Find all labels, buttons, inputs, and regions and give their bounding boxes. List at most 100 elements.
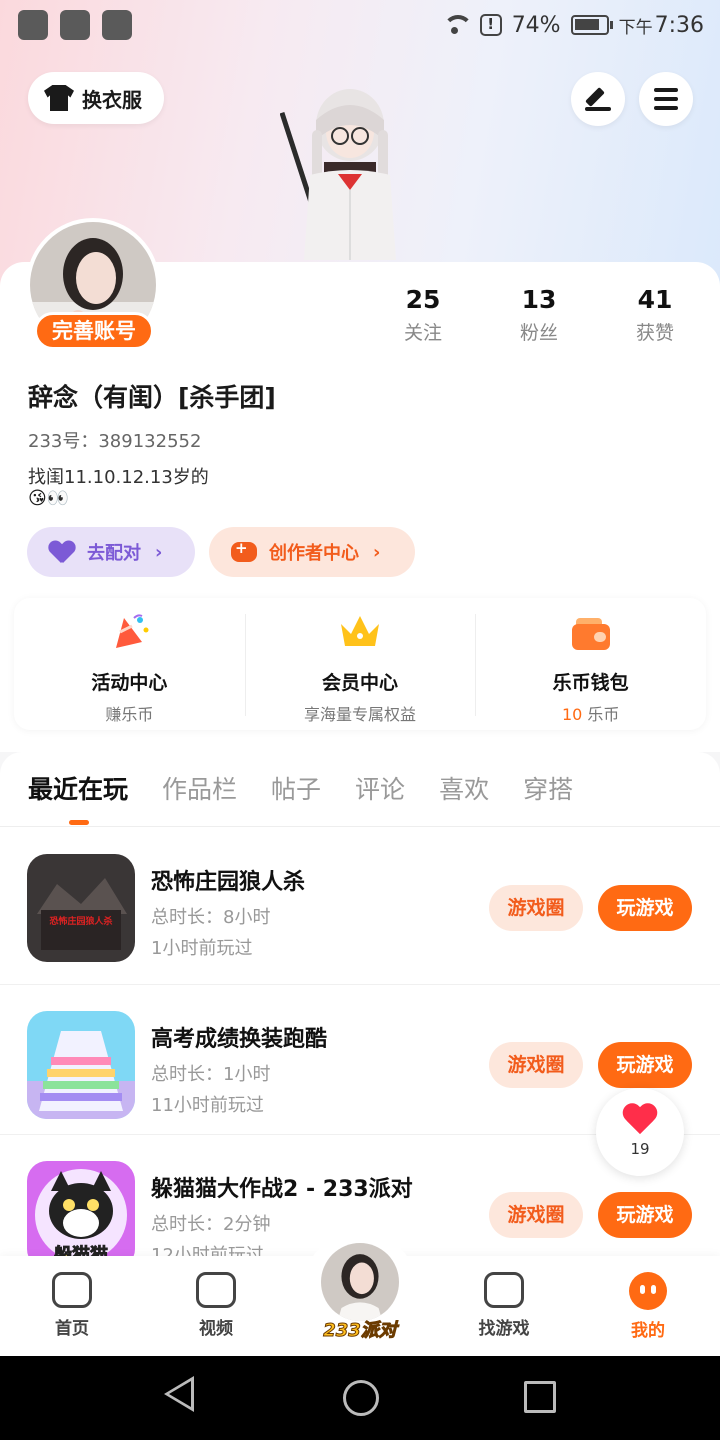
gamepad-icon: [231, 539, 257, 562]
change-outfit-button[interactable]: 换衣服: [28, 72, 164, 124]
game-icon-text: 恐怖庄园狼人杀: [49, 915, 112, 927]
game-circle-button[interactable]: 游戏圈: [489, 1042, 583, 1088]
tab-posts[interactable]: 帖子: [271, 770, 321, 806]
face-icon: [629, 1272, 667, 1310]
tab-outfits[interactable]: 穿搭: [523, 770, 573, 806]
stat-value: 41: [637, 285, 673, 314]
pen-icon: [585, 87, 611, 111]
stat-label: 关注: [403, 322, 442, 344]
stat-following[interactable]: 25 关注: [365, 285, 481, 345]
game-last-played: 11小时前玩过: [151, 1095, 264, 1116]
game-circle-button[interactable]: 游戏圈: [489, 1192, 583, 1238]
service-subtitle: 享海量专属权益: [304, 705, 417, 724]
alert-icon: !: [479, 14, 502, 36]
tab-comments[interactable]: 评论: [355, 770, 405, 806]
vip-center[interactable]: 会员中心 享海量专属权益: [244, 598, 476, 730]
status-bar: ! 74% 下午 7:36: [0, 0, 720, 50]
heart-icon: [622, 1104, 658, 1136]
tab-likes[interactable]: 喜欢: [439, 770, 489, 806]
play-game-button[interactable]: 玩游戏: [598, 1042, 692, 1088]
game-icon-runner: [27, 1011, 135, 1119]
nav-me[interactable]: 我的: [598, 1272, 698, 1341]
game-name: 躲猫猫大作战2 - 233派对: [151, 1177, 413, 1202]
service-subtitle: 赚乐币: [105, 705, 154, 724]
system-navigation-bar: [0, 1356, 720, 1440]
clock: 7:36: [654, 12, 704, 38]
nav-label: 首页: [55, 1319, 89, 1339]
tab-works[interactable]: 作品栏: [162, 770, 237, 806]
coin-unit: 乐币: [587, 705, 620, 724]
play-game-button[interactable]: 玩游戏: [598, 1192, 692, 1238]
game-name: 高考成绩换装跑酷: [151, 1027, 328, 1052]
notification-icon: [102, 10, 132, 40]
game-row[interactable]: 恐怖庄园狼人杀 恐怖庄园狼人杀 总时长：8小时 1小时前玩过 游戏圈 玩游戏: [0, 828, 720, 978]
stat-value: 13: [521, 285, 557, 314]
nav-label: 视频: [199, 1319, 233, 1339]
stat-value: 25: [405, 285, 441, 314]
profile-tabs: 最近在玩 作品栏 帖子 评论 喜欢 穿搭: [28, 770, 573, 806]
battery-percent: 74%: [511, 12, 561, 38]
notification-icon: [18, 10, 48, 40]
wifi-icon: [440, 13, 473, 37]
game-name: 恐怖庄园狼人杀: [151, 870, 306, 895]
battery-icon: [570, 15, 613, 35]
coin-balance: 10: [561, 705, 583, 724]
list-icon: [484, 1272, 524, 1308]
divider: [0, 826, 720, 827]
game-circle-button[interactable]: 游戏圈: [489, 885, 583, 931]
bio-text: 找闺11.10.12.13岁的: [28, 467, 209, 488]
profile-stats: 25 关注 13 粉丝 41 获赞: [365, 285, 715, 345]
heart-icon: [49, 541, 75, 563]
floating-like-button[interactable]: 19: [596, 1088, 684, 1176]
service-panel: 活动中心 赚乐币 会员中心 享海量专属权益 乐币钱包 10 乐币: [14, 598, 706, 730]
tshirt-icon: [44, 85, 74, 111]
nav-find-games[interactable]: 找游戏: [454, 1272, 554, 1339]
gamepad-icon: [52, 1272, 92, 1308]
tab-recently-played[interactable]: 最近在玩: [28, 770, 128, 806]
nav-home[interactable]: 首页: [22, 1272, 122, 1339]
game-last-played: 1小时前玩过: [151, 938, 253, 959]
stat-label: 获赞: [635, 322, 674, 344]
service-title: 会员中心: [322, 672, 399, 694]
nav-label: 找游戏: [478, 1319, 530, 1339]
game-duration: 总时长：2分钟: [151, 1214, 271, 1235]
edit-profile-button[interactable]: [571, 72, 625, 126]
crown-icon: [341, 616, 379, 646]
nav-party-avatar[interactable]: [318, 1240, 402, 1324]
recents-icon[interactable]: [524, 1381, 556, 1413]
home-icon[interactable]: [343, 1380, 379, 1416]
service-subtitle: 10 乐币: [475, 701, 706, 725]
nav-party-label[interactable]: 233派对: [302, 1316, 418, 1342]
notification-icon: [60, 10, 90, 40]
game-icon-hide-and-seek: 躲猫猫: [27, 1161, 135, 1269]
nav-video[interactable]: 视频: [166, 1272, 266, 1339]
menu-button[interactable]: [639, 72, 693, 126]
avatar-character[interactable]: [280, 80, 420, 270]
tab-indicator: [69, 820, 89, 825]
change-outfit-label: 换衣服: [82, 87, 142, 112]
chevron-right-icon: ›: [373, 541, 381, 563]
match-label: 去配对: [87, 543, 141, 564]
game-duration: 总时长：1小时: [151, 1064, 271, 1085]
play-game-button[interactable]: 玩游戏: [598, 885, 692, 931]
menu-icon: [654, 88, 678, 110]
stat-label: 粉丝: [519, 322, 558, 344]
coin-wallet[interactable]: 乐币钱包 10 乐币: [475, 598, 706, 730]
stat-likes[interactable]: 41 获赞: [597, 285, 713, 345]
like-count: 19: [630, 1140, 650, 1158]
match-button[interactable]: 去配对 ›: [27, 527, 195, 577]
party-popper-icon: [116, 614, 149, 648]
stat-fans[interactable]: 13 粉丝: [481, 285, 597, 345]
time-prefix: 下午: [618, 17, 653, 38]
play-icon: [196, 1272, 236, 1308]
bio-emoji: 😘👀: [28, 488, 70, 509]
username: 辞念（有闺）[杀手团]: [28, 383, 276, 412]
creator-center-button[interactable]: 创作者中心 ›: [209, 527, 415, 577]
user-id: 233号：389132552: [28, 431, 202, 452]
game-icon-horror-manor: 恐怖庄园狼人杀: [27, 854, 135, 962]
complete-account-badge[interactable]: 完善账号: [34, 312, 154, 350]
creator-center-label: 创作者中心: [269, 543, 359, 564]
service-title: 乐币钱包: [552, 672, 629, 694]
activity-center[interactable]: 活动中心 赚乐币: [14, 598, 245, 730]
game-duration: 总时长：8小时: [151, 907, 271, 928]
